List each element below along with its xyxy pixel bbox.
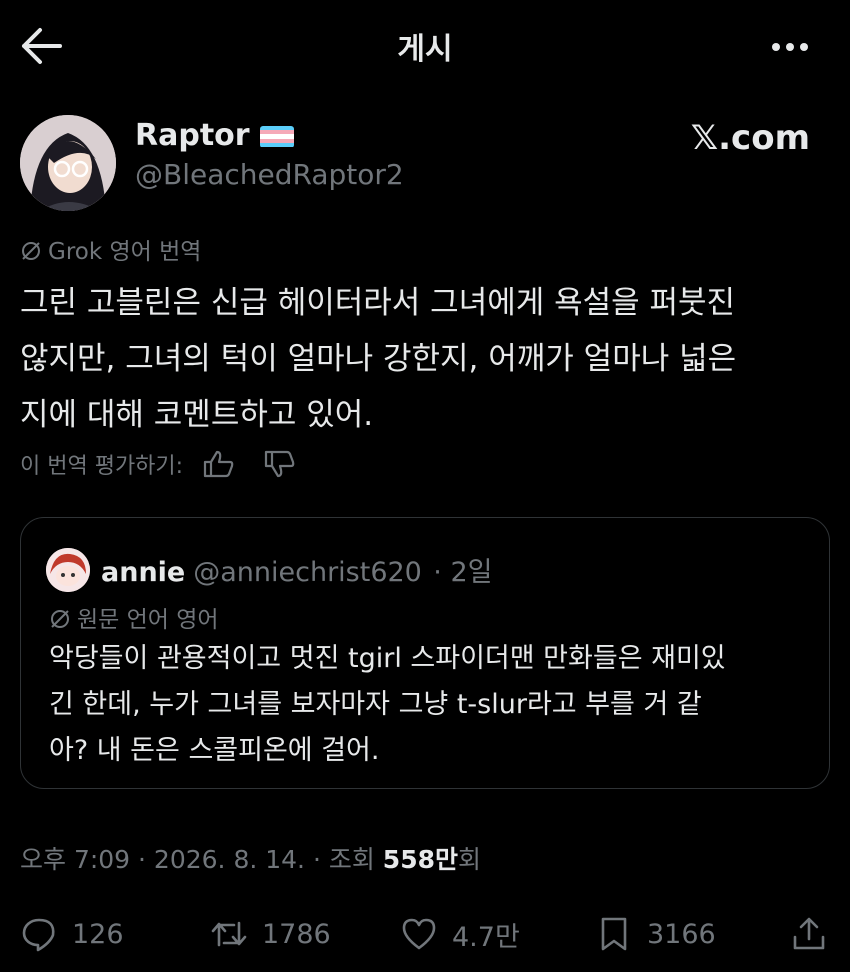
quote-text-line: 아? 내 돈은 스콜피온에 걸어. xyxy=(49,735,380,766)
quote-text-line: 긴 한데, 누가 그녀를 보자마자 그냥 t-slur라고 부를 거 같 xyxy=(49,689,702,720)
quote-author: annie @anniechrist620 · 2일 xyxy=(101,557,493,588)
thumbs-up-icon[interactable] xyxy=(202,449,236,485)
grok-icon xyxy=(49,608,71,630)
quoted-post[interactable]: annie @anniechrist620 · 2일 원문 언어 영어 악당들이 … xyxy=(20,517,830,789)
avatar[interactable] xyxy=(20,115,116,211)
x-com-watermark: 𝕏.com xyxy=(690,118,810,158)
heart-icon xyxy=(402,918,436,950)
trans-flag-icon xyxy=(259,125,294,148)
post-text-line: 않지만, 그녀의 턱이 얼마나 강한지, 어깨가 얼마나 넓은 xyxy=(20,341,737,377)
like-button[interactable]: 4.7만 xyxy=(400,912,520,956)
action-bar: 126 1786 4.7만 3166 xyxy=(20,912,830,956)
post-meta: 오후 7:09 · 2026. 8. 14. · 조회 558만회 xyxy=(20,845,481,874)
grok-icon xyxy=(20,240,42,262)
share-button[interactable] xyxy=(790,912,828,956)
quote-text: 악당들이 관용적이고 멋진 tgirl 스파이더맨 만화들은 재미있 긴 한데,… xyxy=(49,636,819,774)
grok-translation-label: Grok 영어 번역 xyxy=(20,232,201,266)
top-bar: 게시 xyxy=(0,0,850,90)
quote-text-line: 악당들이 관용적이고 멋진 tgirl 스파이더맨 만화들은 재미있 xyxy=(49,643,726,674)
post-text-line: 지에 대해 코멘트하고 있어. xyxy=(20,397,374,433)
quote-avatar[interactable] xyxy=(46,548,90,592)
bookmark-button[interactable]: 3166 xyxy=(595,912,716,956)
repost-icon xyxy=(211,921,247,947)
post-text-line: 그린 고블린은 신급 헤이터라서 그녀에게 욕설을 퍼붓진 xyxy=(20,285,736,321)
original-language-label: 원문 언어 영어 xyxy=(49,600,219,634)
rate-translation: 이 번역 평가하기: xyxy=(20,448,297,485)
repost-button[interactable]: 1786 xyxy=(210,912,331,956)
thumbs-down-icon[interactable] xyxy=(263,449,297,485)
share-icon xyxy=(793,917,825,950)
author-handle[interactable]: @BleachedRaptor2 xyxy=(135,158,404,191)
view-count: 558만 xyxy=(382,845,458,874)
more-options-icon[interactable] xyxy=(772,36,820,56)
author-name[interactable]: Raptor xyxy=(135,118,294,153)
quote-time: · 2일 xyxy=(433,557,493,588)
page-title: 게시 xyxy=(397,32,453,67)
quote-handle: @anniechrist620 xyxy=(193,557,422,588)
post-text: 그린 고블린은 신급 헤이터라서 그녀에게 욕설을 퍼붓진 않지만, 그녀의 턱… xyxy=(20,275,830,443)
bookmark-icon xyxy=(601,917,627,951)
reply-button[interactable]: 126 xyxy=(20,912,124,956)
reply-icon xyxy=(22,918,55,952)
